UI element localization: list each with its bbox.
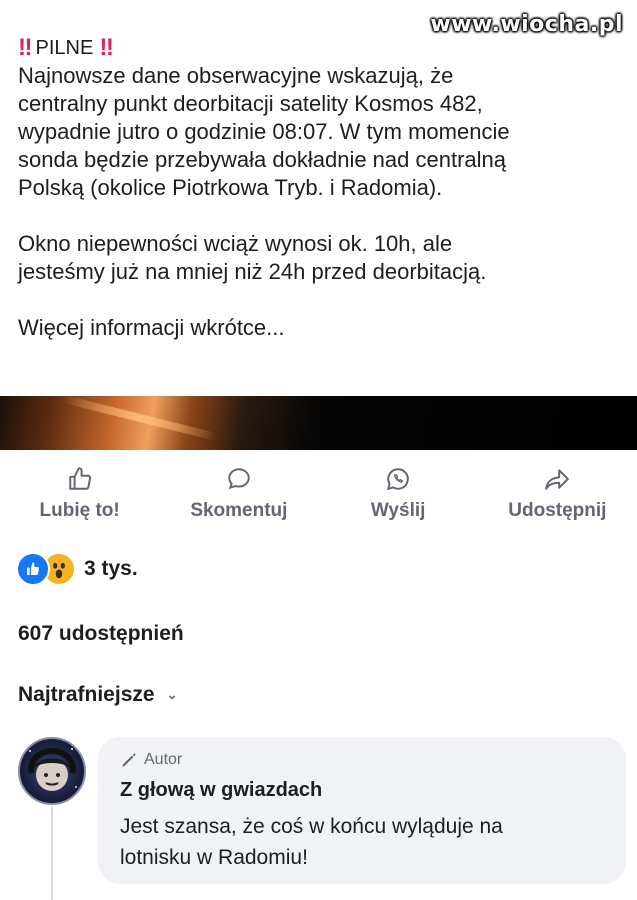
share-button[interactable]: Udostępnij: [482, 462, 632, 532]
comment-bubble-icon: [228, 468, 250, 490]
share-label: Udostępnij: [508, 500, 607, 521]
post-paragraph-2: Okno niepewności wciąż wynosi ok. 10h, a…: [18, 231, 487, 284]
post-paragraph-1: Najnowsze dane obserwacyjne wskazują, że…: [18, 63, 510, 200]
send-label: Wyślij: [370, 500, 426, 521]
like-button[interactable]: Lubię to!: [5, 462, 155, 532]
post-image[interactable]: [0, 394, 637, 450]
thumbs-up-icon: [68, 467, 91, 490]
meteor-streak: [61, 394, 219, 442]
double-exclamation-icon: ‼: [99, 34, 113, 61]
post-action-bar: Lubię to! Skomentuj Wyślij Udostępnij: [0, 462, 637, 532]
reaction-count: 3 tys.: [84, 557, 138, 580]
whatsapp-icon: [387, 468, 409, 491]
post-title-text: PILNE: [35, 37, 94, 59]
post-paragraph-3[interactable]: Więcej informacji wkrótce...: [18, 314, 628, 342]
double-exclamation-icon: ‼: [18, 34, 32, 61]
share-arrow-icon: [545, 469, 570, 490]
comment-author-name[interactable]: Z głową w gwiazdach: [120, 779, 322, 802]
chevron-down-icon: ⌄: [166, 687, 178, 702]
comment-label: Skomentuj: [190, 500, 288, 521]
comment-button[interactable]: Skomentuj: [164, 462, 314, 532]
post-body: ‼ PILNE ‼ Najnowsze dane obserwacyjne ws…: [18, 34, 628, 342]
comment-text: Jest szansa, że coś w końcu wyląduje na …: [120, 815, 503, 869]
avatar[interactable]: [18, 737, 86, 805]
comment-bubble: Autor Z głową w gwiazdach Jest szansa, ż…: [98, 737, 626, 884]
comment-sort-dropdown[interactable]: Najtrafniejsze ⌄: [18, 683, 177, 707]
pen-icon: [122, 753, 136, 767]
reactions-summary[interactable]: 3 tys.: [16, 552, 138, 586]
author-badge-label: Autor: [144, 751, 183, 768]
share-count[interactable]: 607 udostępnień: [18, 622, 184, 646]
like-reaction-icon: [16, 552, 50, 586]
send-button[interactable]: Wyślij: [323, 462, 473, 532]
sort-label: Najtrafniejsze: [18, 683, 155, 706]
author-badge: Autor: [120, 751, 182, 769]
post-title: ‼ PILNE ‼: [18, 34, 628, 62]
like-label: Lubię to!: [39, 500, 120, 521]
thread-line: [51, 806, 53, 900]
